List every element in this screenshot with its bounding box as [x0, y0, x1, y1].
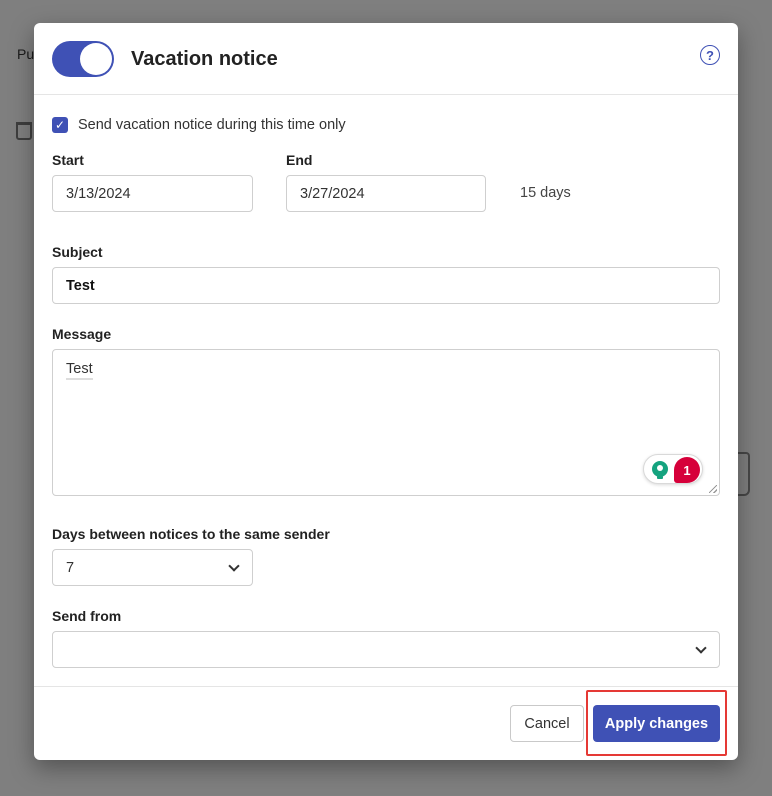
resize-grip-icon[interactable] — [709, 485, 717, 493]
start-label: Start — [52, 152, 84, 168]
date-range-checkbox-label: Send vacation notice during this time on… — [78, 117, 346, 133]
end-date-value: 3/27/2024 — [300, 185, 365, 202]
chevron-down-icon — [695, 641, 707, 654]
message-textarea[interactable]: Test 1 — [52, 349, 720, 496]
message-label: Message — [52, 326, 112, 342]
vacation-notice-dialog: Vacation notice ? ✓ Send vacation notice… — [34, 23, 738, 760]
grammar-issue-count: 1 — [674, 457, 700, 483]
start-date-field[interactable]: 3/13/2024 — [52, 175, 253, 212]
subject-field[interactable]: Test — [52, 267, 720, 304]
start-date-value: 3/13/2024 — [66, 185, 131, 202]
days-between-label: Days between notices to the same sender — [52, 526, 330, 542]
apply-changes-button[interactable]: Apply changes — [593, 705, 720, 742]
days-between-select[interactable]: 7 — [52, 549, 253, 586]
days-between-value: 7 — [66, 559, 75, 576]
subject-value: Test — [66, 277, 95, 294]
duration-text: 15 days — [520, 185, 571, 201]
message-value: Test — [66, 361, 93, 380]
dialog-footer-divider — [34, 686, 738, 687]
chevron-down-icon — [228, 559, 240, 572]
dialog-title: Vacation notice — [131, 48, 278, 70]
grammar-bulb-icon — [652, 461, 668, 479]
end-label: End — [286, 152, 313, 168]
vacation-notice-toggle[interactable] — [52, 41, 114, 77]
send-from-select[interactable] — [52, 631, 720, 668]
subject-label: Subject — [52, 244, 103, 260]
help-icon[interactable]: ? — [700, 45, 720, 65]
toggle-knob — [80, 43, 112, 75]
grammar-checker-widget[interactable]: 1 — [643, 454, 703, 484]
dialog-header: Vacation notice ? — [34, 23, 738, 95]
end-date-field[interactable]: 3/27/2024 — [286, 175, 486, 212]
cancel-button[interactable]: Cancel — [510, 705, 584, 742]
date-range-checkbox[interactable]: ✓ — [52, 117, 68, 133]
send-from-label: Send from — [52, 608, 122, 624]
date-range-option[interactable]: ✓ Send vacation notice during this time … — [52, 117, 346, 133]
